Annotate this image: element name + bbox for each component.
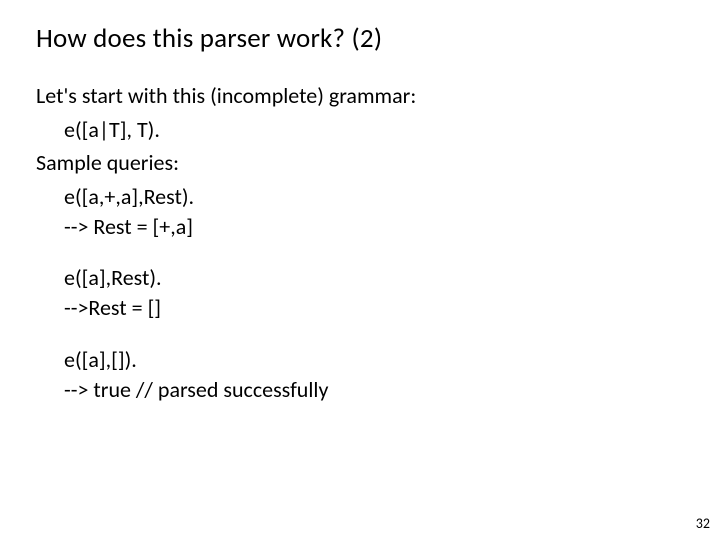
query-call: e([a,+,a],Rest). bbox=[36, 182, 684, 212]
query-result: --> Rest = [+,a] bbox=[36, 212, 684, 242]
slide: How does this parser work? (2) Let's sta… bbox=[0, 0, 720, 540]
page-number: 32 bbox=[696, 515, 710, 532]
sample-queries-heading: Sample queries: bbox=[36, 148, 684, 178]
query-result: --> true // parsed successfully bbox=[36, 375, 684, 405]
intro-text: Let's start with this (incomplete) gramm… bbox=[36, 81, 684, 111]
grammar-rule: e([a|T], T). bbox=[36, 115, 684, 145]
query-call: e([a],Rest). bbox=[36, 263, 684, 293]
slide-title: How does this parser work? (2) bbox=[36, 22, 684, 55]
query-result: -->Rest = [] bbox=[36, 293, 684, 323]
query-call: e([a],[]). bbox=[36, 345, 684, 375]
